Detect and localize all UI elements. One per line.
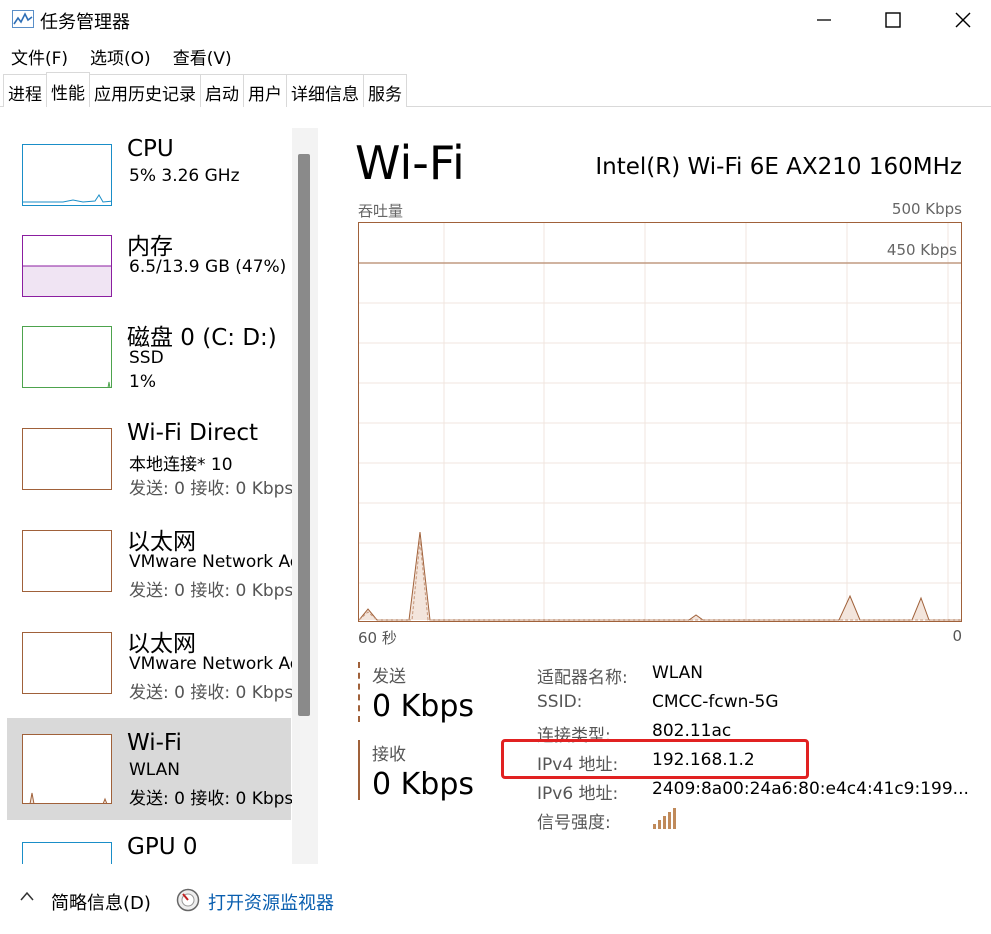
maximize-button[interactable] xyxy=(858,0,928,40)
prop-key: IPv6 地址: xyxy=(537,784,619,804)
device-title: GPU 0 xyxy=(127,834,198,860)
device-detail: 6.5/13.9 GB (47%) xyxy=(129,257,287,277)
adapter-name: Intel(R) Wi-Fi 6E AX210 160MHz xyxy=(595,154,962,180)
tab-app-history[interactable]: 应用历史记录 xyxy=(89,74,201,107)
device-detail: 本地连接* 10 xyxy=(129,455,233,475)
device-disk[interactable]: 磁盘 0 (C: D:) SSD 1% xyxy=(7,306,291,406)
open-resource-monitor-link[interactable]: 打开资源监视器 xyxy=(208,889,334,915)
device-wifi-direct[interactable]: Wi-Fi Direct 本地连接* 10 发送: 0 接收: 0 Kbps xyxy=(7,408,293,508)
device-title: CPU xyxy=(127,136,174,162)
device-detail: VMware Network Adapter xyxy=(129,654,293,674)
device-throughput: 发送: 0 接收: 0 Kbps xyxy=(129,479,293,499)
device-list: CPU 5% 3.26 GHz 内存 6.5/13.9 GB (47%) 磁盘 … xyxy=(0,108,318,864)
prop-key: SSID: xyxy=(537,692,583,712)
throughput-chart xyxy=(359,223,961,621)
prop-value: 2409:8a00:24a6:80:e4c4:41c9:199... xyxy=(652,779,969,799)
device-ethernet-1[interactable]: 以太网 VMware Network Adapter 发送: 0 接收: 0 K… xyxy=(7,510,293,610)
device-detail: WLAN xyxy=(129,760,181,780)
prop-value: WLAN xyxy=(652,663,704,683)
chevron-up-icon[interactable] xyxy=(19,890,35,902)
tab-processes[interactable]: 进程 xyxy=(3,74,47,107)
cpu-thumbnail-graph xyxy=(22,144,112,206)
limit-label: 450 Kbps xyxy=(886,241,957,259)
device-throughput: 发送: 0 接收: 0 Kbps xyxy=(129,683,293,703)
tab-startup[interactable]: 启动 xyxy=(200,74,244,107)
device-title: 内存 xyxy=(127,234,173,260)
menu-bar: 文件(F) 选项(O) 查看(V) xyxy=(0,42,243,70)
device-memory[interactable]: 内存 6.5/13.9 GB (47%) xyxy=(7,215,291,315)
device-title: 以太网 xyxy=(127,529,196,555)
graph-label: 吞吐量 xyxy=(358,202,404,220)
fewer-details-button[interactable]: 简略信息(D) xyxy=(51,889,151,915)
receive-label: 接收 xyxy=(372,745,406,765)
scrollbar-thumb[interactable] xyxy=(298,154,310,716)
gpu-thumbnail-graph xyxy=(22,842,112,864)
memory-thumbnail-graph xyxy=(22,235,112,297)
menu-options[interactable]: 选项(O) xyxy=(79,42,162,70)
task-manager-icon xyxy=(12,10,34,28)
tab-details[interactable]: 详细信息 xyxy=(286,74,364,107)
footer: 简略信息(D) 打开资源监视器 xyxy=(0,866,991,934)
device-title: Wi-Fi Direct xyxy=(127,420,259,446)
tab-services[interactable]: 服务 xyxy=(363,74,407,107)
tab-users[interactable]: 用户 xyxy=(243,74,287,107)
send-value: 0 Kbps xyxy=(372,689,475,724)
prop-value: 802.11ac xyxy=(652,721,732,741)
send-label: 发送 xyxy=(372,667,406,687)
device-ethernet-2[interactable]: 以太网 VMware Network Adapter 发送: 0 接收: 0 K… xyxy=(7,612,293,712)
page-title: Wi-Fi xyxy=(355,136,465,190)
throughput-graph: 450 Kbps xyxy=(358,222,962,622)
device-title: 以太网 xyxy=(127,631,196,657)
device-title: Wi-Fi xyxy=(127,730,182,756)
wifi-thumbnail-graph xyxy=(22,734,112,804)
tab-performance[interactable]: 性能 xyxy=(46,72,90,107)
receive-stat: 接收 0 Kbps xyxy=(358,740,518,802)
window-title: 任务管理器 xyxy=(40,12,130,33)
menu-view[interactable]: 查看(V) xyxy=(162,42,243,70)
device-cpu[interactable]: CPU 5% 3.26 GHz xyxy=(7,124,291,224)
menu-file[interactable]: 文件(F) xyxy=(0,42,79,70)
close-icon xyxy=(955,12,971,28)
graph-time-span: 60 秒 xyxy=(358,629,397,647)
tab-bar: 进程 性能 应用历史记录 启动 用户 详细信息 服务 xyxy=(0,72,991,107)
minimize-button[interactable] xyxy=(789,0,859,40)
device-throughput: 发送: 0 接收: 0 Kbps xyxy=(129,789,293,809)
title-bar: 任务管理器 xyxy=(0,0,991,40)
device-detail: 5% 3.26 GHz xyxy=(129,166,240,186)
disk-thumbnail-graph xyxy=(22,326,112,388)
device-gpu[interactable]: GPU 0 xyxy=(7,822,291,864)
device-title: 磁盘 0 (C: D:) xyxy=(127,325,277,351)
device-detail: SSD xyxy=(129,348,164,368)
graph-max: 500 Kbps xyxy=(891,200,962,218)
prop-value: CMCC-fcwn-5G xyxy=(652,692,779,712)
prop-key: 信号强度: xyxy=(537,813,611,833)
ethernet-thumbnail-graph xyxy=(22,632,112,694)
device-usage: 1% xyxy=(129,372,156,392)
close-button[interactable] xyxy=(928,0,991,40)
send-stat: 发送 0 Kbps xyxy=(358,662,518,724)
graph-zero: 0 xyxy=(952,627,962,645)
device-wifi[interactable]: Wi-Fi WLAN 发送: 0 接收: 0 Kbps xyxy=(7,718,293,820)
resource-monitor-icon xyxy=(176,888,200,912)
minimize-icon xyxy=(817,19,831,21)
prop-key: 适配器名称: xyxy=(537,668,628,688)
wifi-direct-thumbnail-graph xyxy=(22,428,112,490)
device-throughput: 发送: 0 接收: 0 Kbps xyxy=(129,581,293,601)
device-detail: VMware Network Adapter xyxy=(129,552,293,572)
receive-value: 0 Kbps xyxy=(372,767,475,802)
ethernet-thumbnail-graph xyxy=(22,530,112,592)
signal-strength-icon xyxy=(652,808,676,835)
maximize-icon xyxy=(885,12,901,28)
ipv4-highlight-box xyxy=(501,739,809,779)
